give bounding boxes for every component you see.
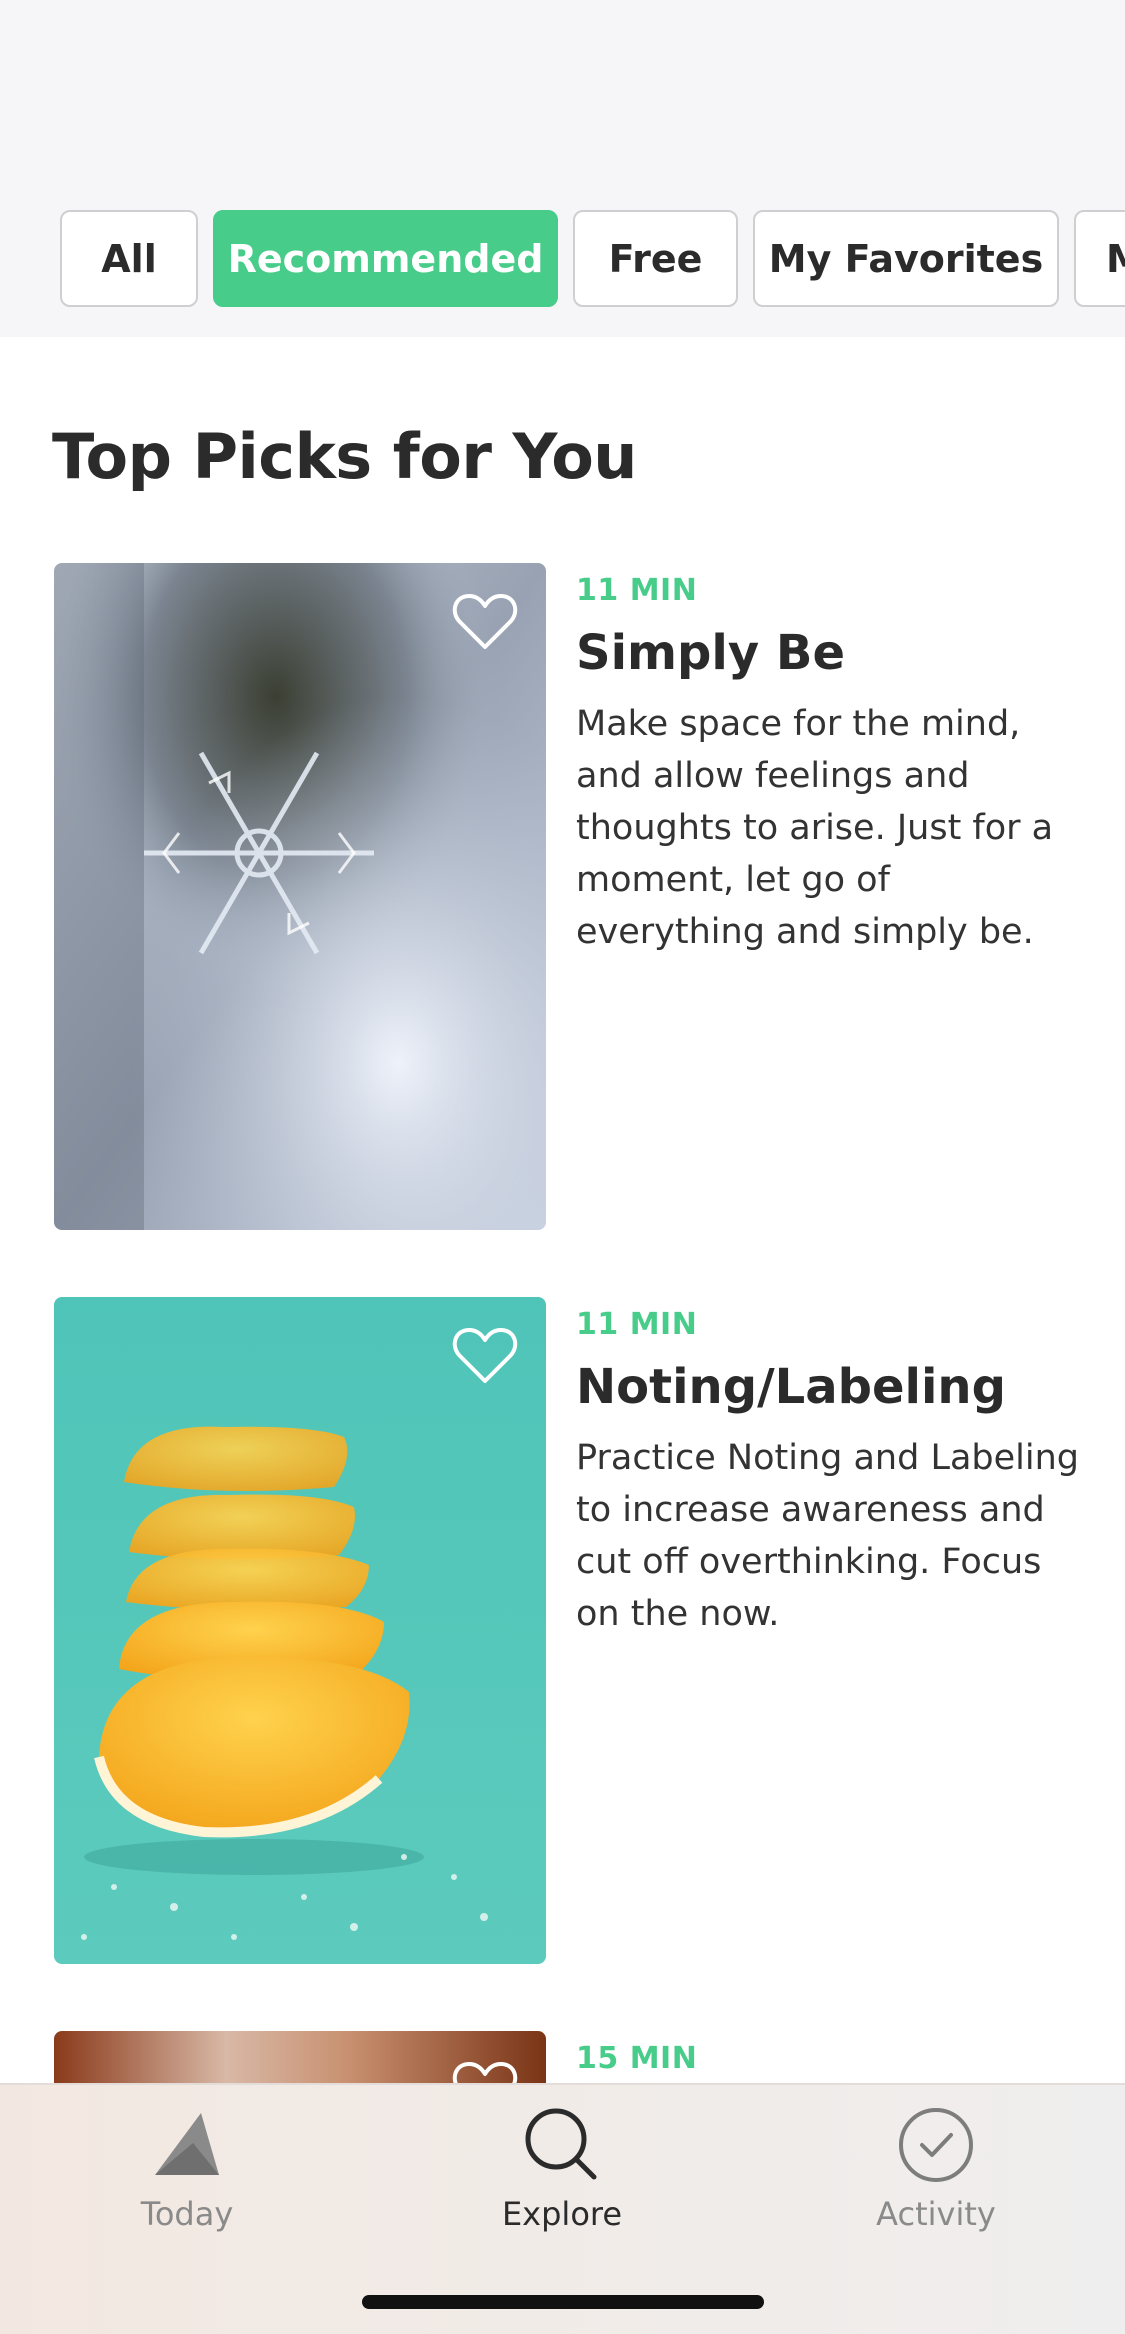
card-image-simply-be[interactable]: [54, 563, 546, 1230]
mountain-icon: [155, 2113, 219, 2175]
filter-my-favorites[interactable]: My Favorites: [753, 210, 1059, 307]
tab-explore[interactable]: Explore: [442, 2105, 682, 2245]
card-title[interactable]: Simply Be: [576, 625, 845, 681]
heart-outline-icon[interactable]: [452, 1325, 518, 1385]
tab-today[interactable]: Today: [67, 2105, 307, 2245]
card-title[interactable]: Noting/Labeling: [576, 1359, 1006, 1415]
card-description: Practice Noting and Labeling to increase…: [576, 1438, 1080, 1634]
tab-label: Activity: [876, 2195, 996, 2233]
filter-bar: All Recommended Free My Favorites M: [0, 210, 1125, 311]
check-circle-icon: [899, 2108, 973, 2182]
snowflake-photo: [54, 563, 546, 1230]
card-image-noting-labeling[interactable]: [54, 1297, 546, 1964]
tab-label: Explore: [501, 2195, 623, 2233]
card-duration: 11 MIN: [576, 573, 698, 608]
filter-more[interactable]: M: [1074, 210, 1125, 307]
filter-recommended[interactable]: Recommended: [213, 210, 558, 307]
search-icon: [525, 2108, 597, 2180]
card-description: Make space for the mind, and allow feeli…: [576, 704, 1054, 952]
home-indicator: [362, 2295, 764, 2309]
tab-label: Today: [140, 2195, 234, 2233]
orange-slices-photo: [54, 1297, 546, 1964]
card-duration: 15 MIN: [576, 2041, 698, 2076]
card-image-partial[interactable]: [54, 2031, 546, 2091]
card-duration: 11 MIN: [576, 1307, 698, 1342]
filter-all[interactable]: All: [60, 210, 198, 307]
filter-free[interactable]: Free: [573, 210, 738, 307]
tab-activity[interactable]: Activity: [816, 2105, 1056, 2245]
heart-outline-icon[interactable]: [452, 591, 518, 651]
section-title: Top Picks for You: [52, 420, 637, 493]
